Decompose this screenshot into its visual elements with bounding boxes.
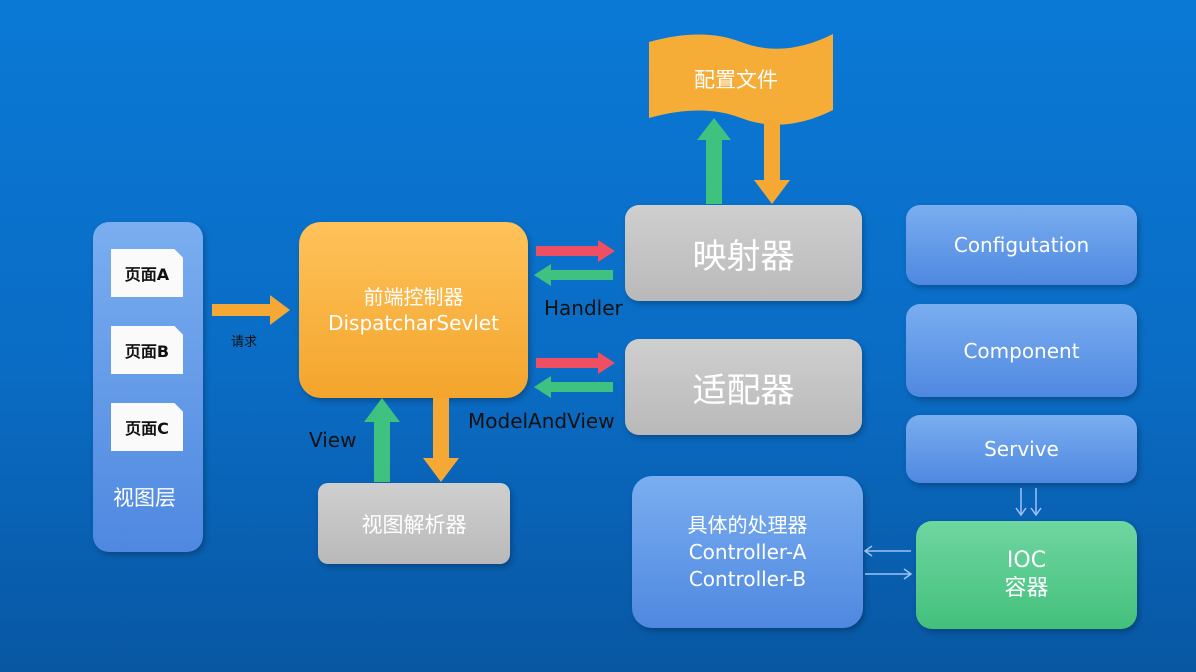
adapter-label: 适配器: [692, 370, 795, 411]
config-to-mapper-arrow: [754, 120, 790, 204]
controller-a-label: Controller-A: [688, 539, 807, 564]
dispatcher-to-resolver-arrow: [423, 398, 459, 482]
configuration-label: Configutation: [953, 233, 1090, 257]
page-c-label: 页面C: [125, 419, 169, 438]
view-label: View: [309, 428, 357, 452]
request-label: 请求: [231, 335, 258, 350]
page-a-card[interactable]: 页面A: [111, 249, 183, 297]
handler-title: 具体的处理器: [687, 512, 808, 537]
resolver-to-dispatcher-arrow: [364, 398, 400, 482]
component-box[interactable]: Component: [906, 304, 1137, 397]
model-and-view-label: ModelAndView: [468, 409, 615, 433]
service-label: Servive: [984, 437, 1059, 461]
handler-controllers-box[interactable]: 具体的处理器 Controller-A Controller-B: [632, 476, 863, 628]
request-arrow: [212, 295, 290, 325]
page-b-card[interactable]: 页面B: [111, 326, 183, 374]
dispatcher-name: DispatcharSevlet: [328, 311, 499, 335]
ioc-handler-arrows: [863, 545, 913, 580]
dispatcher-servlet-box[interactable]: 前端控制器 DispatcharSevlet: [299, 222, 528, 398]
dispatcher-to-mapper-arrow: [536, 240, 615, 262]
mapper-to-config-arrow: [697, 118, 731, 204]
ioc-label: IOC: [1006, 548, 1047, 573]
page-b-label: 页面B: [124, 342, 170, 361]
dispatcher-title: 前端控制器: [363, 285, 464, 309]
view-layer-label: 视图层: [113, 486, 176, 510]
ioc-container-box[interactable]: IOC 容器: [916, 521, 1137, 629]
mapper-box[interactable]: 映射器: [625, 205, 862, 301]
handler-label: Handler: [544, 296, 623, 320]
mapper-to-dispatcher-arrow: [534, 264, 613, 286]
service-box[interactable]: Servive: [906, 415, 1137, 483]
page-a-label: 页面A: [124, 265, 170, 284]
view-resolver-box[interactable]: 视图解析器: [318, 483, 510, 564]
adapter-box[interactable]: 适配器: [625, 339, 862, 435]
mapper-label: 映射器: [692, 236, 795, 277]
configuration-box[interactable]: Configutation: [906, 205, 1137, 285]
page-c-card[interactable]: 页面C: [111, 403, 183, 451]
dispatcher-to-adapter-arrow: [536, 352, 615, 374]
container-label: 容器: [1004, 576, 1049, 601]
service-to-ioc-arrows: [1015, 488, 1042, 517]
adapter-to-dispatcher-arrow: [534, 376, 613, 398]
controller-b-label: Controller-B: [688, 566, 807, 591]
component-label: Component: [963, 338, 1080, 363]
config-file-label: 配置文件: [694, 68, 778, 92]
view-resolver-label: 视图解析器: [361, 512, 467, 537]
